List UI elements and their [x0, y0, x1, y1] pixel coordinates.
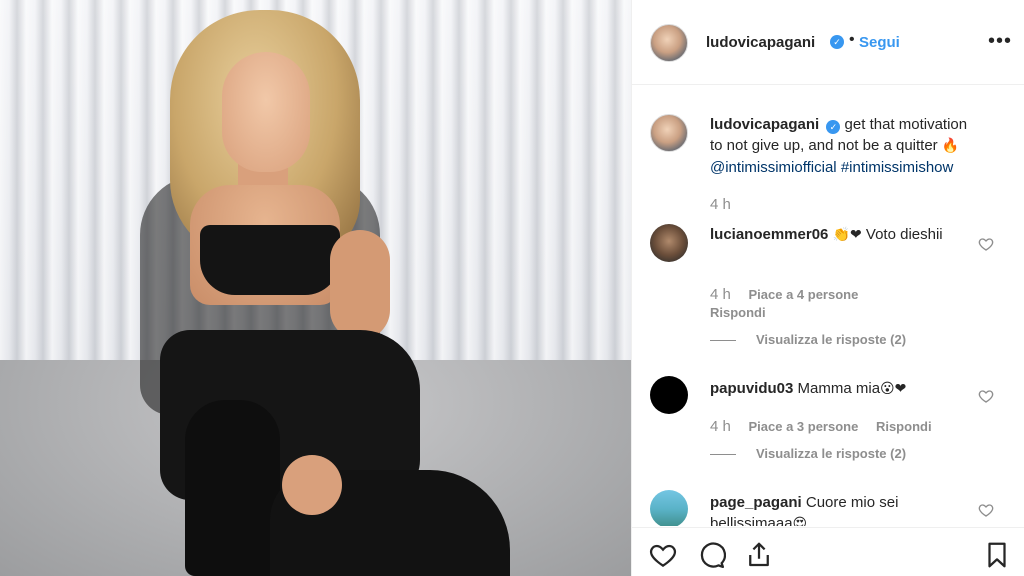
hand [282, 455, 342, 515]
comment-text: lucianoemmer06 👏❤ Voto dieshii [710, 224, 978, 246]
author-avatar[interactable] [650, 24, 688, 62]
clap-heart-emoji: 👏❤ [832, 227, 862, 243]
comment-reply-row: Rispondi [710, 305, 780, 320]
heart-icon[interactable] [648, 540, 678, 570]
comment-meta: 4 h Piace a 4 persone [710, 286, 872, 303]
comment-like-heart-icon[interactable] [978, 502, 994, 518]
replies-divider [710, 454, 736, 456]
caption-avatar[interactable] [650, 114, 688, 152]
author-username[interactable]: ludovicapagani [706, 34, 815, 51]
comment-text: page_pagani Cuore mio sei bellissimaaa😍 [710, 492, 978, 526]
post-sidebar: ludovicapagani ✓ • Segui ••• ludovicapag… [631, 0, 1024, 576]
comment-likes[interactable]: Piace a 3 persone [748, 419, 858, 434]
arm [330, 230, 390, 340]
comment-body: Voto dieshii [865, 226, 943, 243]
comment-time[interactable]: 4 h [710, 418, 731, 435]
comment-username[interactable]: papuvidu03 [710, 380, 793, 397]
share-icon[interactable] [744, 540, 774, 570]
mention-link[interactable]: @intimissimiofficial [710, 159, 837, 176]
reply-button[interactable]: Rispondi [710, 305, 766, 320]
comment-body: Mamma mia [797, 380, 881, 397]
reply-button[interactable]: Rispondi [876, 419, 932, 434]
lingerie-top [200, 225, 340, 295]
header-separator: • [849, 31, 855, 48]
face [222, 52, 310, 172]
action-bar [632, 527, 1024, 576]
comment-avatar[interactable] [650, 490, 688, 526]
caption-meta: 4 h [710, 196, 745, 213]
verified-badge-icon: ✓ [826, 120, 841, 134]
fire-emoji: 🔥 [941, 138, 960, 154]
comment-time[interactable]: 4 h [710, 286, 731, 303]
hashtag-link[interactable]: #intimissimishow [841, 159, 954, 176]
caption-text: ludovicapagani ✓ get that motivation to … [710, 114, 978, 178]
follow-button[interactable]: Segui [859, 34, 900, 51]
comments-list[interactable]: ludovicapagani ✓ get that motivation to … [632, 86, 1024, 526]
comment-avatar[interactable] [650, 224, 688, 262]
post-header: ludovicapagani ✓ • Segui ••• [632, 0, 1024, 85]
view-replies-button[interactable]: Visualizza le risposte (2) [710, 446, 906, 461]
replies-divider [710, 340, 736, 342]
view-replies-button[interactable]: Visualizza le risposte (2) [710, 332, 906, 347]
more-options-icon[interactable]: ••• [988, 30, 1012, 53]
surprised-heart-emoji: 😮❤ [880, 381, 907, 397]
comment-like-heart-icon[interactable] [978, 388, 994, 404]
comment-likes[interactable]: Piace a 4 persone [748, 287, 858, 302]
comment-text: papuvidu03 Mamma mia😮❤ [710, 378, 978, 400]
view-replies-label: Visualizza le risposte (2) [756, 446, 907, 461]
comment-username[interactable]: page_pagani [710, 494, 802, 511]
verified-badge-icon: ✓ [830, 35, 844, 49]
comment-avatar[interactable] [650, 376, 688, 414]
caption-time[interactable]: 4 h [710, 196, 731, 213]
caption-username[interactable]: ludovicapagani [710, 116, 819, 133]
comment-like-heart-icon[interactable] [978, 236, 994, 252]
left-boot [185, 400, 280, 576]
comment-meta: 4 h Piace a 3 persone Rispondi [710, 418, 946, 435]
comment-username[interactable]: lucianoemmer06 [710, 226, 828, 243]
heart-eyes-emoji: 😍 [792, 516, 808, 526]
bookmark-icon[interactable] [982, 540, 1012, 570]
view-replies-label: Visualizza le risposte (2) [756, 332, 907, 347]
comment-icon[interactable] [696, 540, 726, 570]
post-image[interactable] [0, 0, 631, 576]
